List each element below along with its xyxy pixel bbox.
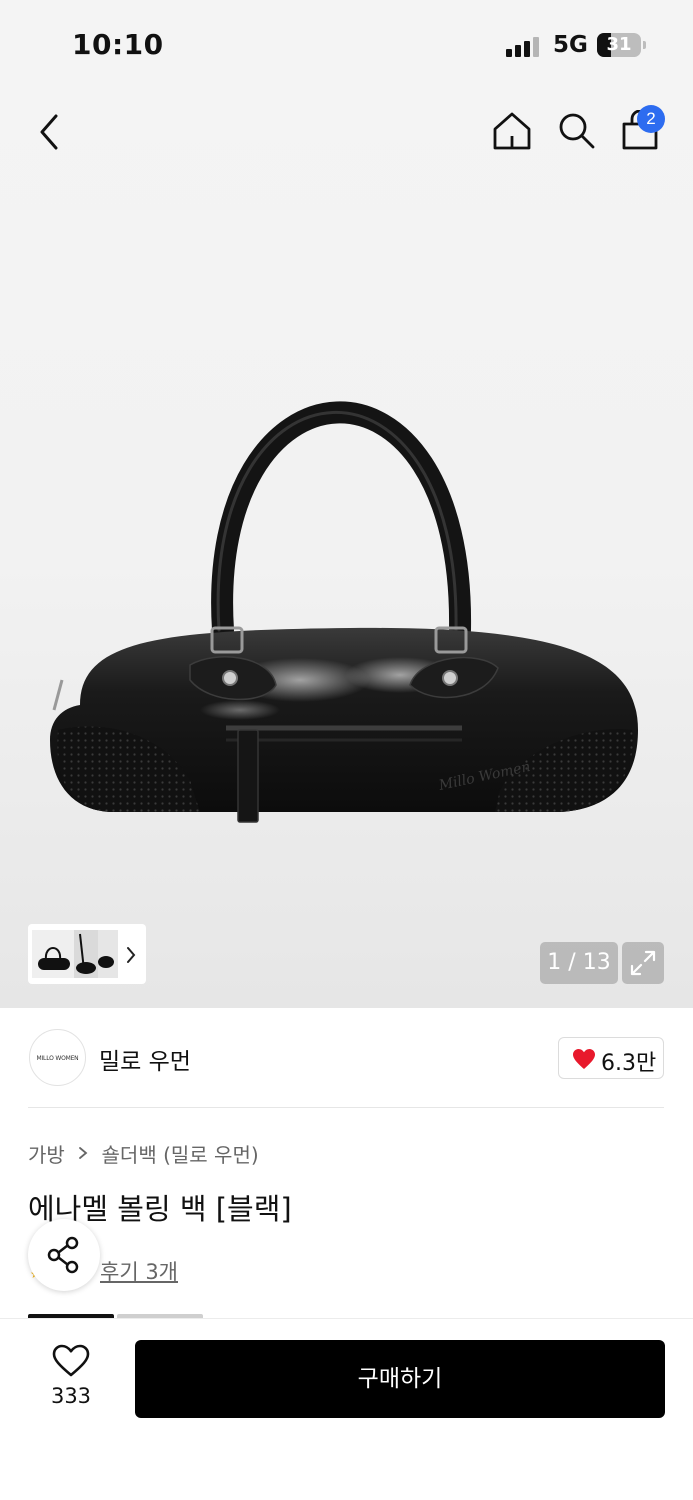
chevron-right-icon [77, 1142, 89, 1166]
share-button[interactable] [28, 1219, 100, 1291]
status-bar: 10:10 5G 31 [0, 0, 693, 92]
wishlist-count: 333 [50, 1384, 92, 1408]
status-time: 10:10 [72, 28, 164, 61]
thumbnail-3[interactable] [98, 930, 118, 978]
heart-outline-icon [52, 1344, 90, 1377]
search-icon[interactable] [556, 110, 598, 152]
image-counter: 1 / 13 [540, 942, 618, 984]
review-link[interactable]: 후기 3개 [100, 1256, 178, 1286]
heart-filled-icon [573, 1049, 595, 1069]
brand-like-count: 6.3만 [601, 1051, 657, 1076]
battery-level: 31 [606, 34, 632, 55]
thumbnail-2[interactable] [74, 930, 100, 978]
thumbnail-1[interactable] [32, 930, 76, 978]
buy-button[interactable]: 구매하기 [135, 1340, 665, 1418]
share-icon [47, 1236, 79, 1274]
home-icon[interactable] [491, 110, 533, 152]
breadcrumb-subcategory[interactable]: 숄더백 (밀로 우먼) [102, 1143, 259, 1167]
signal-icon [506, 35, 542, 57]
cart-count-badge: 2 [637, 105, 665, 133]
chevron-right-icon[interactable] [122, 944, 140, 966]
wishlist-button[interactable]: 333 [28, 1340, 114, 1416]
brand-like-button[interactable]: 6.3만 [558, 1037, 664, 1079]
top-nav [0, 92, 693, 172]
expand-icon [630, 950, 656, 976]
battery-icon: 31 [597, 33, 641, 57]
brand-name[interactable]: 밀로 우먼 [99, 1042, 191, 1076]
breadcrumb: 가방 숄더백 (밀로 우먼) [28, 1139, 259, 1168]
expand-button[interactable] [622, 942, 664, 984]
product-image[interactable]: Millo Women [40, 310, 660, 840]
back-arrow-icon[interactable] [36, 112, 64, 152]
brand-logo[interactable]: MILLO WOMEN [29, 1029, 86, 1086]
breadcrumb-category[interactable]: 가방 [28, 1143, 65, 1167]
network-label: 5G [553, 32, 588, 58]
divider [28, 1107, 664, 1108]
